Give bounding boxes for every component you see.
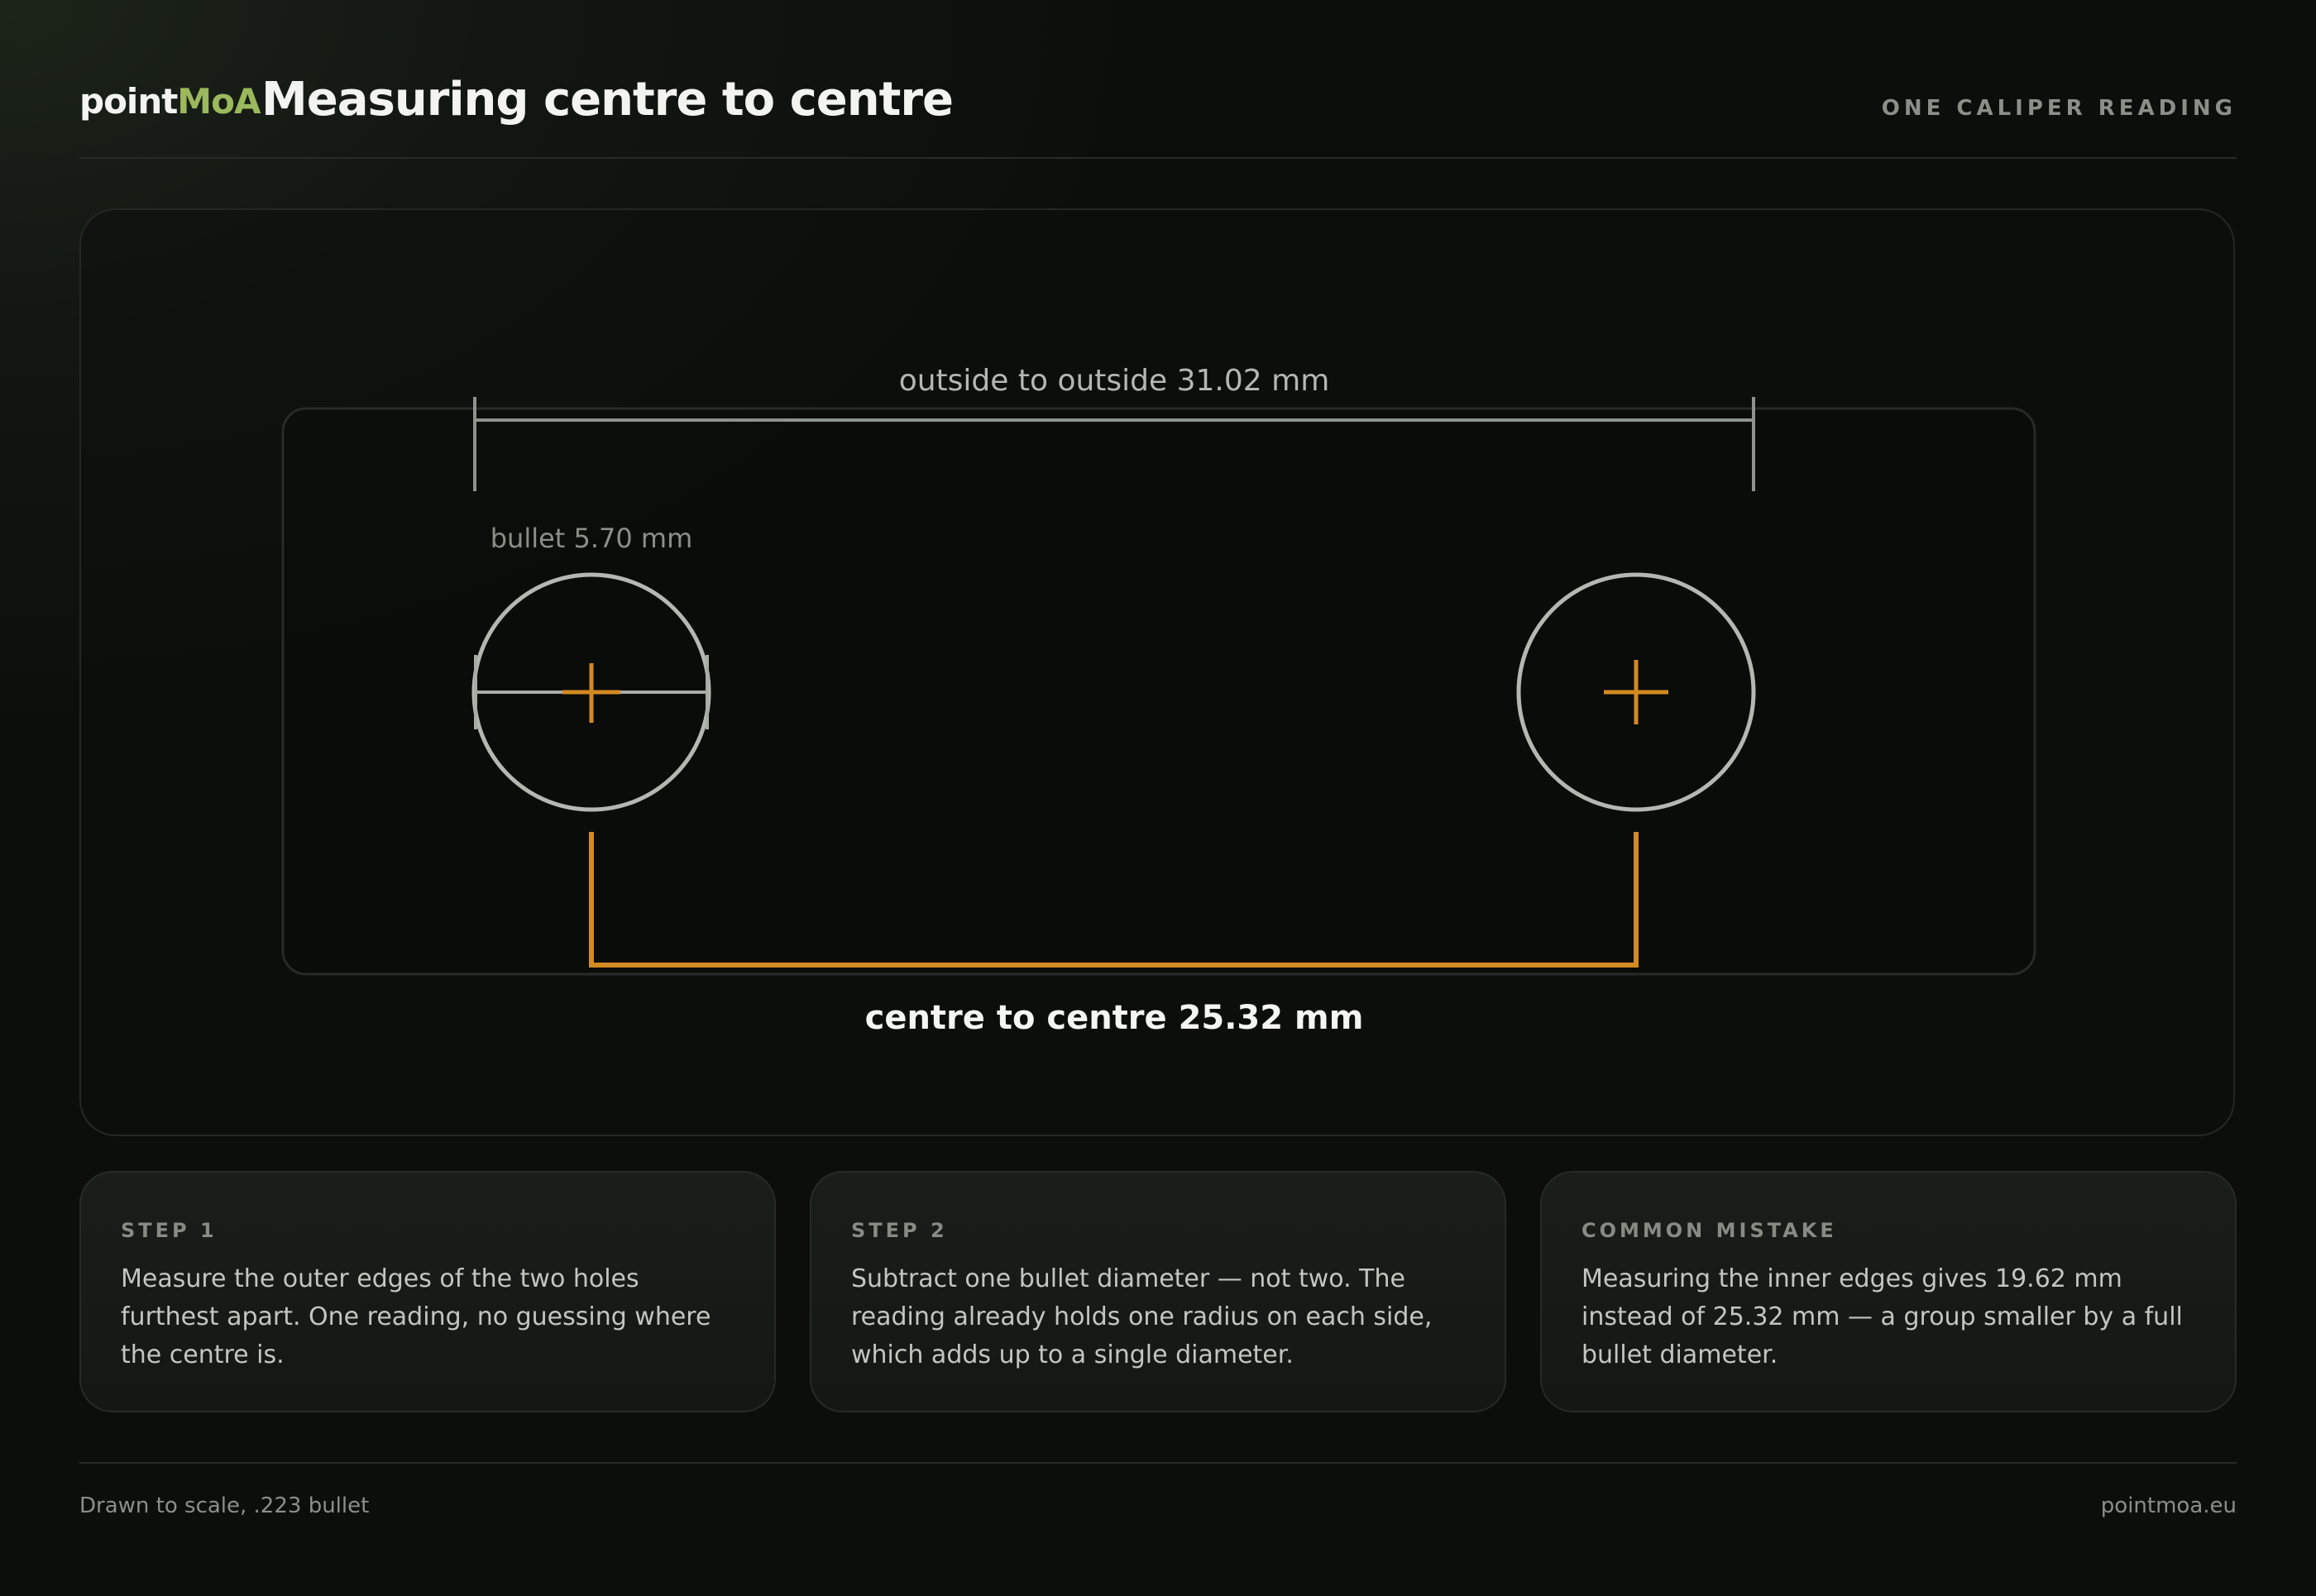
footer-site-link[interactable]: pointmoa.eu	[2101, 1493, 2237, 1518]
brand-logo[interactable]: pointMoA	[79, 81, 261, 122]
step-text: Measure the outer edges of the two holes…	[121, 1264, 711, 1369]
header: pointMoA Measuring centre to centre ONE …	[79, 50, 2237, 159]
centre-label: centre to centre 25.32 mm	[865, 999, 1364, 1037]
footer-note: Drawn to scale, .223 bullet	[79, 1493, 370, 1518]
step-text: Measuring the inner edges gives 19.62 mm…	[1581, 1264, 2183, 1369]
caliper-diagram: outside to outside 31.02 mm bullet 5.70 …	[281, 364, 2036, 1037]
header-tag: ONE CALIPER READING	[1881, 96, 2237, 121]
diagram-card: outside to outside 31.02 mm bullet 5.70 …	[79, 208, 2235, 1136]
common-mistake-card: COMMON MISTAKE Measuring the inner edges…	[1540, 1171, 2237, 1412]
step-label: COMMON MISTAKE	[1581, 1219, 1837, 1242]
step-card-1: STEP 1 Measure the outer edges of the tw…	[79, 1171, 776, 1412]
brand-accent: MoA	[177, 81, 261, 122]
brand-prefix: point	[79, 81, 178, 122]
step-card-2: STEP 2 Subtract one bullet diameter — no…	[810, 1171, 1506, 1412]
outside-label: outside to outside 31.02 mm	[899, 364, 1330, 398]
step-label: STEP 2	[851, 1219, 948, 1242]
bullet-label: bullet 5.70 mm	[490, 523, 693, 554]
step-label: STEP 1	[121, 1219, 218, 1242]
page-title: Measuring centre to centre	[261, 73, 954, 127]
footer: Drawn to scale, .223 bullet pointmoa.eu	[79, 1462, 2237, 1530]
step-text: Subtract one bullet diameter — not two. …	[851, 1264, 1433, 1369]
